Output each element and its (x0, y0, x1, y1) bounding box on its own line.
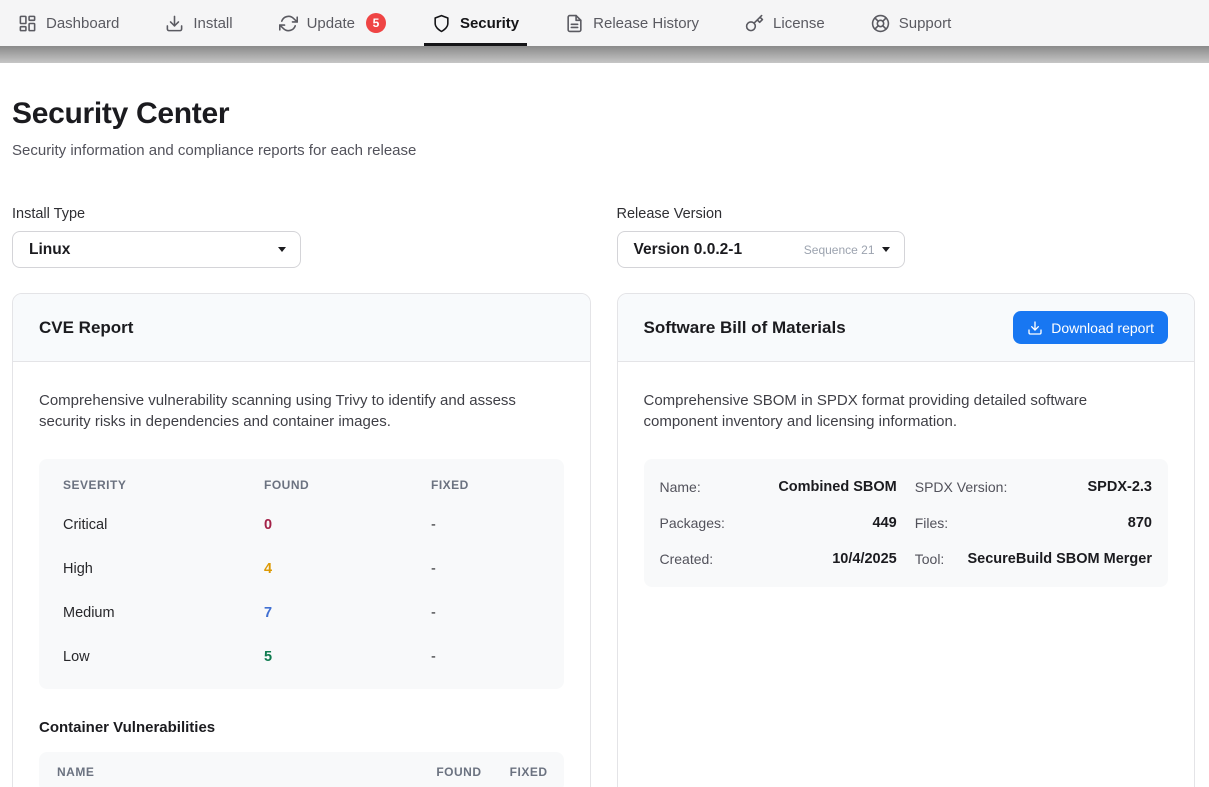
document-icon (565, 14, 584, 33)
page-subtitle: Security information and compliance repo… (12, 142, 1195, 159)
nav-tab-update[interactable]: Update 5 (277, 0, 388, 46)
severity-label: Critical (63, 517, 264, 533)
release-sequence-label: Sequence 21 (804, 243, 875, 257)
severity-label: Low (63, 649, 264, 665)
sbom-description: Comprehensive SBOM in SPDX format provid… (644, 390, 1164, 433)
cve-report-title: CVE Report (39, 318, 133, 338)
sbom-detail-created: Created: 10/4/2025 (660, 541, 897, 577)
container-vulnerabilities-title: Container Vulnerabilities (39, 719, 564, 736)
detail-label: Created: (660, 551, 714, 567)
lifebuoy-icon (871, 14, 890, 33)
column-header-fixed: FIXED (431, 478, 540, 492)
nav-label: Support (899, 15, 952, 32)
install-type-label: Install Type (12, 206, 591, 222)
nav-label: Install (193, 15, 232, 32)
key-icon (745, 14, 764, 33)
severity-table: SEVERITY FOUND FIXED Critical 0 - High 4… (39, 459, 564, 689)
found-count: 4 (264, 561, 431, 577)
severity-table-header: SEVERITY FOUND FIXED (39, 467, 564, 503)
fixed-count: - (431, 561, 540, 577)
column-header-found: FOUND (396, 765, 482, 779)
page-title: Security Center (12, 97, 1195, 131)
shield-icon (432, 14, 451, 33)
column-header-name: NAME (57, 765, 396, 779)
nav-label: Update (307, 15, 355, 32)
fixed-count: - (431, 517, 540, 533)
top-nav: Dashboard Install Update 5 Security Rele… (0, 0, 1209, 46)
detail-label: Name: (660, 479, 701, 495)
detail-value: 870 (1128, 515, 1152, 531)
nav-tab-security[interactable]: Security (430, 0, 521, 46)
nav-tab-support[interactable]: Support (869, 0, 954, 46)
dashboard-icon (18, 14, 37, 33)
sbom-title: Software Bill of Materials (644, 318, 846, 338)
detail-value: 10/4/2025 (832, 551, 897, 567)
chevron-down-icon (278, 247, 286, 252)
nav-tab-license[interactable]: License (743, 0, 827, 46)
found-count: 0 (264, 517, 431, 533)
table-row-low: Low 5 - (39, 635, 564, 679)
download-icon (1027, 320, 1043, 336)
nav-label: Release History (593, 15, 699, 32)
table-row-medium: Medium 7 - (39, 591, 564, 635)
nav-label: License (773, 15, 825, 32)
nav-label: Dashboard (46, 15, 119, 32)
detail-label: Tool: (915, 551, 945, 567)
sbom-card: Software Bill of Materials Download repo… (617, 293, 1196, 787)
release-version-select[interactable]: Version 0.0.2-1 Sequence 21 (617, 231, 905, 268)
install-type-value: Linux (29, 241, 70, 259)
download-report-label: Download report (1051, 320, 1154, 336)
install-type-filter: Install Type Linux (12, 206, 591, 268)
found-count: 7 (264, 605, 431, 621)
download-icon (165, 14, 184, 33)
main-content: Security Center Security information and… (0, 63, 1209, 787)
detail-value: SPDX-2.3 (1088, 479, 1152, 495)
chevron-down-icon (882, 247, 890, 252)
detail-label: Packages: (660, 515, 725, 531)
column-header-found: FOUND (264, 478, 431, 492)
cve-report-header: CVE Report (13, 294, 590, 362)
cards-row: CVE Report Comprehensive vulnerability s… (12, 293, 1195, 787)
release-version-value: Version 0.0.2-1 (634, 241, 743, 259)
sbom-details: Name: Combined SBOM SPDX Version: SPDX-2… (644, 459, 1169, 587)
sbom-header: Software Bill of Materials Download repo… (618, 294, 1195, 362)
table-row-critical: Critical 0 - (39, 503, 564, 547)
refresh-icon (279, 14, 298, 33)
nav-tab-dashboard[interactable]: Dashboard (16, 0, 121, 46)
filters-row: Install Type Linux Release Version Versi… (12, 206, 1195, 268)
found-count: 5 (264, 649, 431, 665)
detail-label: Files: (915, 515, 948, 531)
update-count-badge: 5 (366, 13, 386, 33)
detail-value: 449 (873, 515, 897, 531)
fixed-count: - (431, 605, 540, 621)
table-row-high: High 4 - (39, 547, 564, 591)
download-report-button[interactable]: Download report (1013, 311, 1168, 344)
column-header-severity: SEVERITY (63, 478, 264, 492)
detail-value: Combined SBOM (778, 479, 896, 495)
detail-label: SPDX Version: (915, 479, 1008, 495)
release-version-label: Release Version (617, 206, 1196, 222)
cve-report-description: Comprehensive vulnerability scanning usi… (39, 390, 559, 433)
nav-label: Security (460, 15, 519, 32)
severity-label: Medium (63, 605, 264, 621)
release-version-filter: Release Version Version 0.0.2-1 Sequence… (617, 206, 1196, 268)
cve-report-card: CVE Report Comprehensive vulnerability s… (12, 293, 591, 787)
nav-tab-install[interactable]: Install (163, 0, 234, 46)
nav-tab-release-history[interactable]: Release History (563, 0, 701, 46)
sbom-detail-name: Name: Combined SBOM (660, 469, 897, 505)
sbom-detail-tool: Tool: SecureBuild SBOM Merger (915, 541, 1152, 577)
severity-label: High (63, 561, 264, 577)
column-header-fixed: FIXED (482, 765, 548, 779)
sbom-detail-spdx-version: SPDX Version: SPDX-2.3 (915, 469, 1152, 505)
container-vulnerabilities-header: NAME FOUND FIXED (39, 752, 564, 787)
detail-value: SecureBuild SBOM Merger (967, 551, 1152, 567)
sbom-detail-files: Files: 870 (915, 505, 1152, 541)
nav-shadow-band (0, 46, 1209, 63)
sbom-detail-packages: Packages: 449 (660, 505, 897, 541)
install-type-select[interactable]: Linux (12, 231, 301, 268)
fixed-count: - (431, 649, 540, 665)
